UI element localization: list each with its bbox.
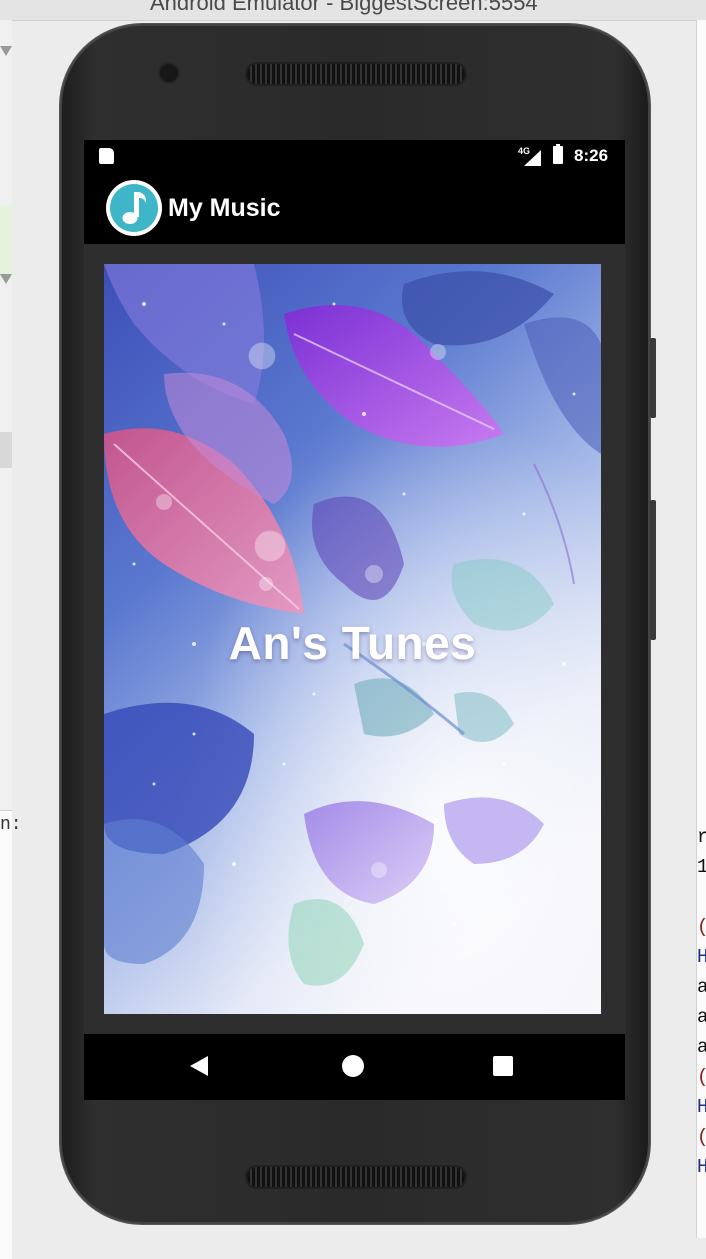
main-content: An's Tunes [84, 244, 625, 1034]
device-screen: 4G 8:26 My Music An's Tunes [84, 140, 625, 1100]
ide-console-text: a [697, 1036, 706, 1058]
top-speaker [247, 64, 465, 84]
ide-selection [0, 432, 12, 468]
sd-card-icon [99, 148, 114, 164]
volume-button[interactable] [650, 338, 656, 418]
ide-console-text: 1 [697, 856, 706, 878]
ide-text-fragment: n: [0, 815, 22, 835]
ide-console-text: a [697, 976, 706, 998]
recents-icon[interactable] [493, 1056, 513, 1076]
emulator-window-titlebar: Android Emulator - BiggestScreen:5554 [0, 0, 706, 21]
ide-console-left [0, 810, 12, 1259]
front-camera [160, 64, 178, 82]
ide-left-panel: n: [0, 20, 22, 1259]
ide-right-panel: r1(Haaa(H(H [696, 20, 706, 1238]
ide-console-text: ( [697, 912, 706, 942]
splash-title: An's Tunes [228, 617, 477, 669]
ide-highlight [0, 205, 12, 280]
bottom-speaker [247, 1167, 465, 1187]
window-title: Android Emulator - BiggestScreen:5554 [150, 0, 538, 15]
navigation-bar [84, 1034, 625, 1100]
app-title: My Music [168, 194, 281, 222]
collapse-arrow-icon[interactable] [0, 274, 12, 284]
splash-artwork: An's Tunes [104, 264, 601, 1014]
collapse-arrow-icon[interactable] [0, 46, 12, 56]
ide-console-text: ( [697, 1122, 706, 1152]
ide-console-text: H [697, 1156, 706, 1178]
home-icon[interactable] [342, 1055, 364, 1077]
ide-console-text: ( [697, 1062, 706, 1092]
ide-console-text: r [697, 826, 706, 848]
signal-icon [524, 150, 541, 166]
music-note-icon[interactable] [106, 180, 162, 236]
ide-console-text: H [697, 1096, 706, 1118]
app-bar: My Music [84, 172, 625, 244]
ide-console-text: H [697, 946, 706, 968]
power-button[interactable] [650, 500, 656, 640]
status-bar: 4G 8:26 [84, 140, 625, 172]
battery-icon [553, 144, 563, 164]
status-time: 8:26 [574, 146, 609, 165]
ide-console-text: a [697, 1006, 706, 1028]
back-icon[interactable] [190, 1056, 208, 1076]
